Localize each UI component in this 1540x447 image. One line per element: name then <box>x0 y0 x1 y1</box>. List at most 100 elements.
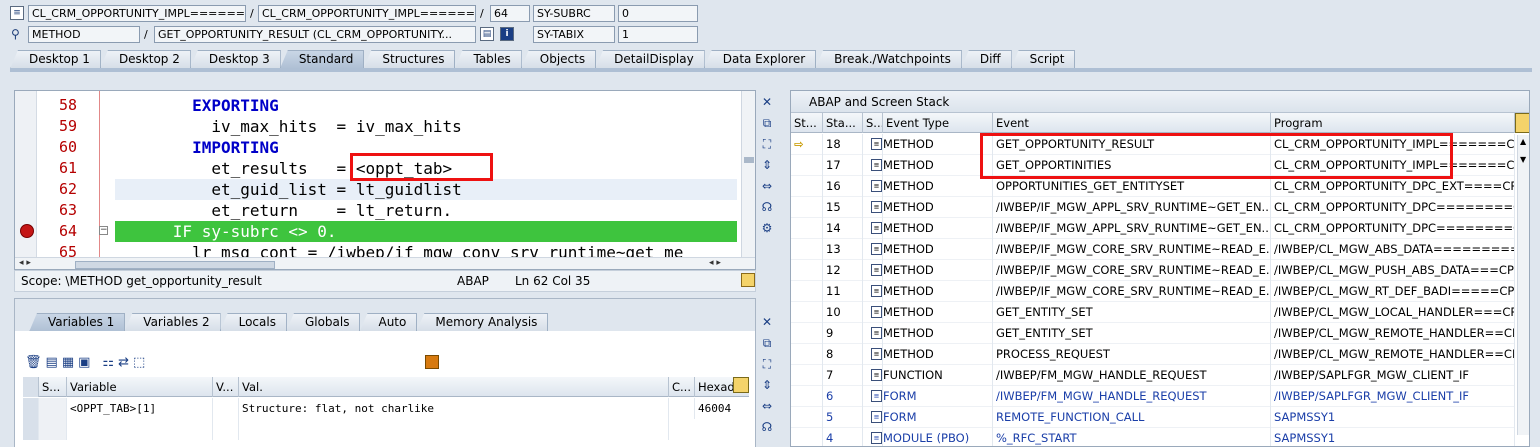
tab-desktop-1[interactable]: Desktop 1 <box>10 50 101 69</box>
table-row[interactable]: 10 METHOD GET_ENTITY_SET/IWBEP/CL_MGW_LOCA… <box>791 302 1515 323</box>
tab-desktop-3[interactable]: Desktop 3 <box>189 50 281 69</box>
include-field[interactable]: CL_CRM_OPPORTUNITY_IMPL=======... <box>258 5 476 22</box>
horizontal-scrollbar[interactable]: ◂ ▸ ◂ ▸ <box>15 257 755 269</box>
tab-objects[interactable]: Objects <box>520 50 597 69</box>
list-icon[interactable]: ▤ <box>46 355 58 370</box>
table-row[interactable]: 17 METHOD GET_OPPORTINITIES CL_CRM_OPPORTUN… <box>791 155 1515 176</box>
headset-icon[interactable]: ☊ <box>759 419 775 435</box>
sysvar-name-1[interactable]: SY-SUBRC <box>533 5 615 22</box>
collapse-icon[interactable]: − <box>99 226 108 235</box>
vertical-scrollbar[interactable] <box>741 91 755 257</box>
tab-diff[interactable]: Diff <box>960 50 1012 69</box>
col-header-variable[interactable]: Variable <box>67 377 213 397</box>
source-icon[interactable]: ▤ <box>480 27 494 41</box>
status-cell <box>791 428 823 446</box>
table-row[interactable]: 6 FORM/IWBEP/FM_MGW_HANDLE_REQUEST/IWBEP/… <box>791 386 1515 407</box>
tree-icon[interactable]: ⚏ <box>102 355 114 370</box>
col-header-stack[interactable]: Sta... <box>823 113 863 133</box>
tab-variables-2[interactable]: Variables 2 <box>124 313 221 332</box>
layout-icon[interactable] <box>733 377 749 393</box>
table-row[interactable]: 15 METHOD/IWBEP/IF_MGW_APPL_SRV_RUNTIME~G… <box>791 197 1515 218</box>
table-row[interactable]: 13 METHOD/IWBEP/IF_MGW_CORE_SRV_RUNTIME~R… <box>791 239 1515 260</box>
tab-script[interactable]: Script <box>1010 50 1076 69</box>
col-header-status[interactable]: St... <box>791 113 823 133</box>
export-icon[interactable]: ▣ <box>78 355 90 370</box>
col-header-program[interactable]: Program <box>1271 113 1515 133</box>
tool-icon[interactable]: ⚙ <box>759 220 775 236</box>
col-header-c[interactable]: C... <box>669 377 695 397</box>
sysvar-value-2[interactable]: 1 <box>618 26 698 43</box>
code-line[interactable]: IMPORTING <box>115 137 279 158</box>
program-name: /IWBEP/CL_MGW_RT_DEF_BADI=====CP <box>1271 281 1515 302</box>
swap-vertical-icon[interactable]: ⇕ <box>759 157 775 173</box>
col-header-s[interactable]: S... <box>863 113 883 133</box>
variable-value[interactable]: Structure: flat, not charlike <box>239 398 669 419</box>
move-icon[interactable]: ⇄ <box>118 355 129 370</box>
code-line[interactable]: EXPORTING <box>115 95 279 116</box>
tab-break-watchpoints[interactable]: Break./Watchpoints <box>815 50 962 69</box>
swap-horizontal-icon[interactable]: ⇔ <box>759 398 775 414</box>
delete-icon[interactable]: 🗑 <box>25 355 42 370</box>
table-row[interactable]: 7 FUNCTION/IWBEP/FM_MGW_HANDLE_REQUEST/IW… <box>791 365 1515 386</box>
sysvar-name-2[interactable]: SY-TABIX <box>533 26 615 43</box>
code-editor[interactable]: − 58 EXPORTING 59 iv_max_hits = iv_max_hi… <box>14 90 756 270</box>
code-line[interactable]: et_results = <oppt_tab> <box>115 158 452 179</box>
swap-vertical-icon[interactable]: ⇕ <box>759 377 775 393</box>
line-field[interactable]: 64 <box>490 5 530 22</box>
close-icon[interactable]: ✕ <box>759 314 775 330</box>
tab-data-explorer[interactable]: Data Explorer <box>703 50 817 69</box>
tile-icon[interactable]: ⧉ <box>759 115 775 131</box>
maximize-icon[interactable]: ⛶ <box>759 356 775 372</box>
headset-icon[interactable]: ☊ <box>759 199 775 215</box>
variables-toolbar-side: ✕ ⧉ ⛶ ⇕ ⇔ ☊ <box>759 314 777 440</box>
save-icon[interactable] <box>425 355 439 369</box>
table-row[interactable]: 9 METHOD GET_ENTITY_SET/IWBEP/CL_MGW_REMOT… <box>791 323 1515 344</box>
tile-icon[interactable]: ⧉ <box>759 335 775 351</box>
tab-locals[interactable]: Locals <box>219 313 287 332</box>
col-header-v[interactable]: V... <box>213 377 239 397</box>
swap-horizontal-icon[interactable]: ⇔ <box>759 178 775 194</box>
code-line[interactable]: et_guid_list = lt_guidlist <box>115 179 461 200</box>
table-row[interactable]: <OPPT_TAB>[1] Structure: flat, not charl… <box>23 398 749 419</box>
col-header-value[interactable]: Val. <box>239 377 669 397</box>
stack-scrollbar[interactable]: ▲ ▼ <box>1517 135 1529 435</box>
table-row[interactable]: 12 METHOD/IWBEP/IF_MGW_CORE_SRV_RUNTIME~R… <box>791 260 1515 281</box>
tab-standard[interactable]: Standard <box>279 50 365 69</box>
table-icon[interactable]: ▦ <box>62 355 74 370</box>
layout-icon[interactable] <box>1515 113 1529 133</box>
sysvar-value-1[interactable]: 0 <box>618 5 698 22</box>
table-row[interactable] <box>23 419 749 440</box>
table-row[interactable]: 4 MODULE (PBO) %_RFC_START SAPMSSY1 ≡ <box>791 428 1515 446</box>
table-row[interactable]: 8 METHOD PROCESS_REQUEST/IWBEP/CL_MGW_REMO… <box>791 344 1515 365</box>
variable-name[interactable]: <OPPT_TAB>[1] <box>67 398 213 419</box>
tab-variables-1[interactable]: Variables 1 <box>29 313 126 332</box>
event-type-field[interactable]: METHOD <box>28 26 140 43</box>
tab-globals[interactable]: Globals <box>285 313 361 332</box>
tab-desktop-2[interactable]: Desktop 2 <box>99 50 191 69</box>
col-header-s[interactable]: S... <box>39 377 67 397</box>
code-line[interactable]: et_return = lt_return. <box>115 200 452 221</box>
table-row[interactable]: 11 METHOD/IWBEP/IF_MGW_CORE_SRV_RUNTIME~R… <box>791 281 1515 302</box>
close-icon[interactable]: ✕ <box>759 94 775 110</box>
code-line[interactable]: iv_max_hits = iv_max_hits <box>115 116 461 137</box>
table-row[interactable]: ⇨ 18 METHOD GET_OPPORTUNITY_RESULT CL_CRM_OP… <box>791 134 1515 155</box>
notes-icon[interactable] <box>741 273 755 287</box>
tab-structures[interactable]: Structures <box>363 50 456 69</box>
tab-auto[interactable]: Auto <box>359 313 418 332</box>
col-header-event-type[interactable]: Event Type <box>883 113 993 133</box>
source-icon: ≡ <box>871 180 882 192</box>
tab-memory-analysis[interactable]: Memory Analysis <box>416 313 549 332</box>
table-row[interactable]: 5 FORM REMOTE_FUNCTION_CALL SAPMSSY1 ≡ <box>791 407 1515 428</box>
col-header-event[interactable]: Event <box>993 113 1271 133</box>
select-icon[interactable]: ⬚ <box>133 355 145 370</box>
info-icon[interactable]: i <box>500 27 514 41</box>
program-field[interactable]: CL_CRM_OPPORTUNITY_IMPL=======... <box>28 5 246 22</box>
tab-tables[interactable]: Tables <box>454 50 522 69</box>
table-row[interactable]: 16 METHOD OPPORTUNITIES_GET_ENTITYSET CL_CR… <box>791 176 1515 197</box>
tab-detaildisplay[interactable]: DetailDisplay <box>595 50 705 69</box>
event-field[interactable]: GET_OPPORTUNITY_RESULT (CL_CRM_OPPORTUNI… <box>154 26 476 43</box>
maximize-icon[interactable]: ⛶ <box>759 136 775 152</box>
line-number: 63 <box>58 201 77 219</box>
table-row[interactable]: 14 METHOD/IWBEP/IF_MGW_APPL_SRV_RUNTIME~G… <box>791 218 1515 239</box>
code-line[interactable]: IF sy-subrc <> 0. <box>115 221 337 242</box>
